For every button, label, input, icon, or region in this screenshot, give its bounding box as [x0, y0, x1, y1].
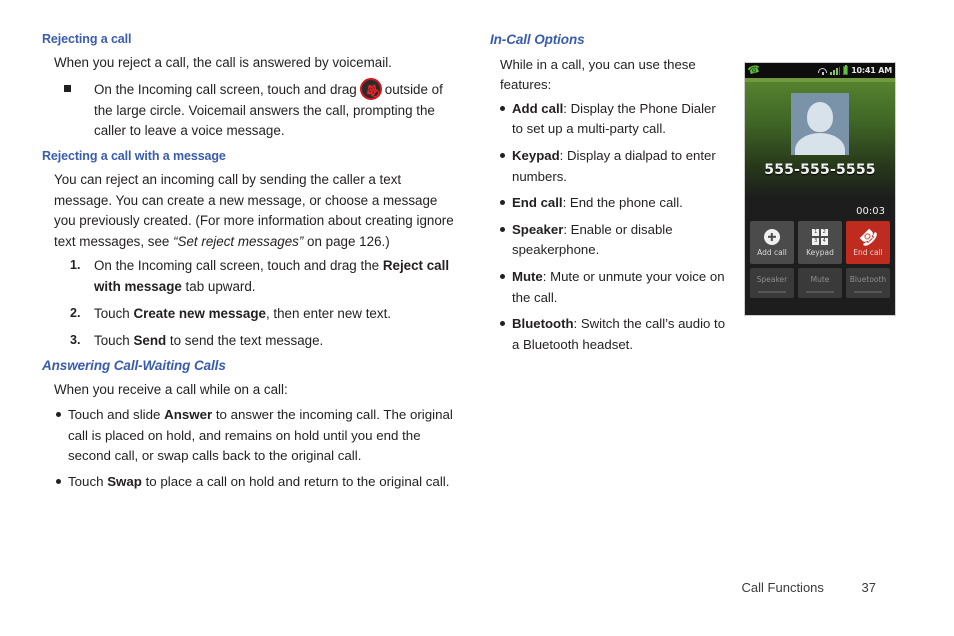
left-column: Rejecting a call When you reject a call,…: [42, 32, 454, 501]
phone-status-bar: ☎ 10:41 AM: [745, 63, 895, 78]
cross-reference-title: “Set reject messages”: [173, 233, 304, 249]
speaker-button[interactable]: Speaker: [750, 268, 794, 298]
step-text-post: to send the text message.: [166, 332, 324, 348]
bullet-text-post: to place a call on hold and return to th…: [141, 474, 450, 490]
option-desc: : Mute or unmute your voice on the call.: [512, 269, 725, 305]
avatar-head-shape: [807, 102, 833, 132]
mute-button[interactable]: Mute: [798, 268, 842, 298]
list-item: Touch Create new message, then enter new…: [42, 304, 454, 325]
phone-screenshot-figure: ☎ 10:41 AM 555-555-5555 00:03 Add call 1…: [744, 62, 896, 316]
footer-chapter-title: Call Functions: [741, 580, 824, 595]
avatar-body-shape: [795, 133, 845, 155]
bullet-bold-term: Answer: [164, 406, 213, 422]
step-text-pre: Touch: [94, 305, 134, 321]
bluetooth-label: Bluetooth: [849, 275, 887, 284]
paragraph-reject-intro: When you reject a call, the call is answ…: [54, 55, 392, 71]
list-item: Mute: Mute or unmute your voice on the c…: [490, 267, 730, 308]
list-item: End call: End the phone call.: [490, 193, 730, 214]
no-symbol-glyph: [370, 88, 379, 97]
in-call-options-list: Add call: Display the Phone Dialer to se…: [490, 99, 730, 356]
intro-part-b: on page 126.): [303, 233, 390, 249]
bullet-text-pre: Touch and slide: [68, 406, 165, 422]
step-bold-term: Send: [133, 332, 167, 348]
signal-bars-icon: [830, 66, 841, 75]
list-item: Bluetooth: Switch the call’s audio to a …: [490, 314, 730, 355]
step-text-post: tab upward.: [181, 279, 256, 295]
footer-page-number: 37: [861, 580, 876, 595]
list-item: Touch Send to send the text message.: [42, 331, 454, 352]
status-bar-time: 10:41 AM: [851, 65, 892, 75]
speaker-label: Speaker: [756, 275, 788, 284]
manual-page: Rejecting a call When you reject a call,…: [0, 0, 954, 636]
toggle-indicator-bar: [806, 291, 834, 293]
list-item: On the Incoming call screen, touch and d…: [42, 256, 454, 298]
step-text-pre: Touch: [94, 332, 134, 348]
paragraph-in-call-intro: While in a call, you can use these featu…: [500, 56, 696, 92]
list-item: Keypad: Display a dialpad to enter numbe…: [490, 146, 730, 187]
paragraph-call-waiting-intro: When you receive a call while on a call:: [54, 382, 288, 398]
dialpad-key: 2: [820, 229, 828, 237]
mute-label: Mute: [810, 275, 830, 284]
option-term: Bluetooth: [512, 316, 574, 332]
option-term: Mute: [512, 269, 543, 285]
right-column: In-Call Options While in a call, you can…: [490, 32, 730, 363]
option-term: Add call: [512, 100, 564, 116]
reject-call-icon: ☎: [359, 77, 382, 100]
step-text-pre: On the Incoming call screen, touch and d…: [94, 258, 383, 274]
call-timer: 00:03: [856, 206, 885, 217]
contact-avatar: [791, 93, 849, 155]
add-call-button[interactable]: Add call: [750, 221, 794, 264]
bullet-text-pre: Touch: [68, 474, 108, 490]
add-call-label: Add call: [757, 247, 787, 257]
option-term: End call: [512, 195, 563, 211]
paragraph-reject-message-intro: You can reject an incoming call by sendi…: [42, 170, 454, 252]
list-item: On the Incoming call screen, touch and d…: [42, 77, 454, 142]
bullet-text-pre: On the Incoming call screen, touch and d…: [94, 81, 357, 97]
end-call-icon: ☎: [854, 223, 883, 252]
round-bullet-list-call-waiting: Touch and slide Answer to answer the inc…: [42, 405, 454, 493]
status-icons-group: 10:41 AM: [818, 65, 892, 75]
caller-info-area: 555-555-5555: [745, 82, 895, 200]
option-term: Keypad: [512, 148, 560, 164]
battery-icon: [843, 65, 849, 75]
heading-rejecting-with-message: Rejecting a call with a message: [42, 148, 226, 163]
option-term: Speaker: [512, 221, 564, 237]
heading-answering-call-waiting: Answering Call-Waiting Calls: [42, 357, 226, 373]
list-item: Touch Swap to place a call on hold and r…: [42, 472, 454, 493]
keypad-label: Keypad: [806, 247, 834, 257]
bluetooth-button[interactable]: Bluetooth: [846, 268, 890, 298]
wifi-icon: [818, 67, 828, 75]
dialpad-key: 4: [820, 237, 828, 245]
phone-call-icon: ☎: [746, 63, 762, 77]
heading-in-call-options: In-Call Options: [490, 32, 585, 47]
step-bold-term: Create new message: [133, 305, 266, 321]
bullet-bold-term: Swap: [107, 474, 142, 490]
in-call-primary-buttons: Add call 1 2 3 4 Keypad ☎ End call: [745, 217, 895, 264]
dialpad-key: 1: [812, 229, 820, 237]
in-call-secondary-buttons: Speaker Mute Bluetooth: [745, 264, 895, 298]
list-item: Speaker: Enable or disable speakerphone.: [490, 220, 730, 261]
end-call-button[interactable]: ☎ End call: [846, 221, 890, 264]
heading-rejecting-a-call: Rejecting a call: [42, 32, 132, 46]
caller-number: 555-555-5555: [764, 162, 876, 178]
numbered-steps-list: On the Incoming call screen, touch and d…: [42, 256, 454, 352]
plus-circle-icon: [764, 229, 780, 246]
list-item: Add call: Display the Phone Dialer to se…: [490, 99, 730, 140]
list-item: Touch and slide Answer to answer the inc…: [42, 405, 454, 467]
keypad-button[interactable]: 1 2 3 4 Keypad: [798, 221, 842, 264]
square-bullet-list: On the Incoming call screen, touch and d…: [42, 77, 454, 142]
dialpad-icon: 1 2 3 4: [812, 229, 828, 246]
toggle-indicator-bar: [854, 291, 882, 293]
page-footer: Call Functions 37: [0, 580, 954, 595]
dialpad-key: 3: [812, 237, 820, 245]
toggle-indicator-bar: [758, 291, 786, 293]
step-text-post: , then enter new text.: [265, 305, 392, 321]
option-desc: : End the phone call.: [562, 195, 683, 211]
